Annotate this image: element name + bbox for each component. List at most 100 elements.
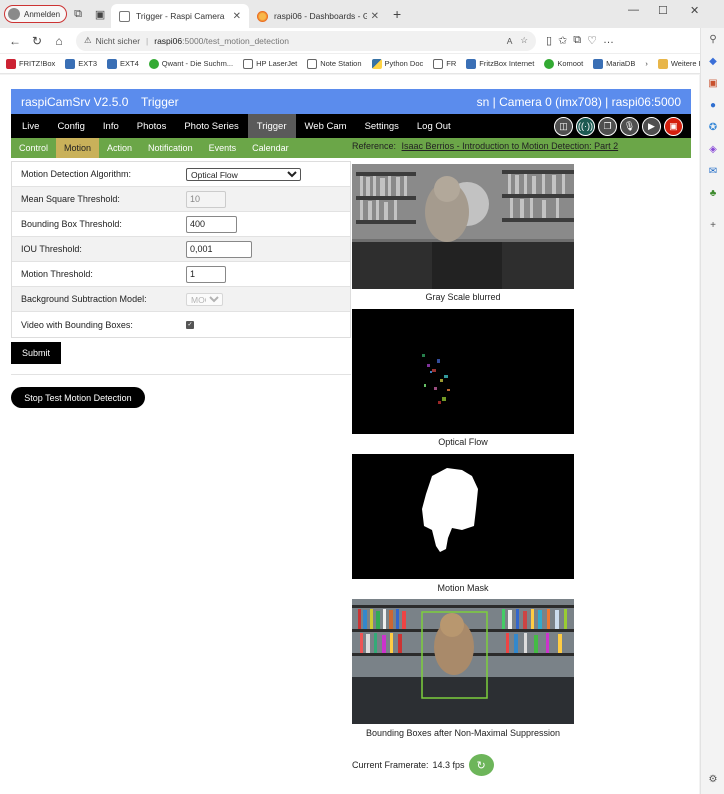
record-icon[interactable]: ▣ xyxy=(664,116,683,136)
algorithm-select[interactable]: Optical Flow xyxy=(186,167,301,181)
motion-settings-form: Motion Detection Algorithm: Optical Flow… xyxy=(11,161,351,338)
refresh-framerate-icon[interactable]: ↻ xyxy=(468,754,494,776)
nav-item-web-cam[interactable]: Web Cam xyxy=(296,114,356,138)
tab-label: raspi06 - Dashboards - Grafana xyxy=(274,11,367,21)
reference-link[interactable]: Isaac Berrios - Introduction to Motion D… xyxy=(402,141,619,151)
games-icon[interactable]: ✪ xyxy=(701,116,724,138)
subnav-item-notification[interactable]: Notification xyxy=(140,138,201,158)
search-icon[interactable]: ⚲ xyxy=(701,28,724,50)
nav-item-photo-series[interactable]: Photo Series xyxy=(175,114,247,138)
subnav-item-motion[interactable]: Motion xyxy=(56,138,100,158)
tree-icon[interactable]: ♣ xyxy=(701,182,724,204)
favorite-link[interactable]: MariaDB xyxy=(593,58,635,69)
optical-flow-image xyxy=(352,309,574,434)
settings-icon[interactable]: ⚙ xyxy=(701,768,724,790)
reload-icon[interactable]: ↻ xyxy=(26,34,48,48)
tab-grafana[interactable]: raspi06 - Dashboards - Grafana ✕ xyxy=(249,4,387,28)
favorite-link[interactable]: Note Station xyxy=(307,58,362,69)
favorite-link[interactable]: EXT4 xyxy=(107,58,139,69)
video-icon[interactable]: ▶ xyxy=(642,116,661,136)
subnav-item-calendar[interactable]: Calendar xyxy=(244,138,297,158)
bbox-threshold-input[interactable] xyxy=(186,215,237,233)
reference-label: Reference: xyxy=(352,141,397,151)
favorite-link[interactable]: Python Doc xyxy=(371,58,424,69)
stop-test-button[interactable]: Stop Test Motion Detection xyxy=(11,387,145,408)
collections-icon[interactable]: ⧉ xyxy=(573,34,581,47)
iou-row: IOU Threshold: xyxy=(12,237,350,262)
back-icon[interactable]: ← xyxy=(4,34,26,48)
favorite-icon xyxy=(544,58,555,69)
maximize-icon[interactable]: ☐ xyxy=(658,4,668,17)
shopping-icon[interactable]: ▣ xyxy=(701,72,724,94)
favorite-link[interactable]: Komoot xyxy=(544,58,584,69)
nav-item-trigger[interactable]: Trigger xyxy=(247,114,296,138)
camera-status: sn | Camera 0 (imx708) | raspi06:5000 xyxy=(476,94,681,109)
subnav-item-action[interactable]: Action xyxy=(99,138,140,158)
favorite-link[interactable]: Qwant - Die Suchm... xyxy=(148,58,233,69)
security-label: Nicht sicher xyxy=(95,35,141,46)
profile-button[interactable]: Anmelden xyxy=(4,5,68,23)
figure-caption: Optical Flow xyxy=(438,437,488,447)
favorite-label: FR xyxy=(446,59,457,68)
security-warning-icon[interactable]: ⚠ xyxy=(84,35,92,46)
iou-threshold-input[interactable] xyxy=(186,240,252,258)
nav-item-live[interactable]: Live xyxy=(13,114,48,138)
add-icon[interactable]: + xyxy=(701,214,724,236)
nav-item-photos[interactable]: Photos xyxy=(128,114,176,138)
nav-item-config[interactable]: Config xyxy=(48,114,93,138)
close-tab-icon[interactable]: ✕ xyxy=(371,11,379,22)
algorithm-label: Motion Detection Algorithm: xyxy=(21,169,132,179)
favorite-star-icon[interactable]: ☆ xyxy=(520,35,528,46)
bg-model-select[interactable]: MOG2 xyxy=(186,292,223,306)
favorite-link[interactable]: FR xyxy=(433,58,457,69)
nav-item-info[interactable]: Info xyxy=(94,114,128,138)
motion-row: Motion Threshold: xyxy=(12,262,350,287)
workspaces-icon[interactable]: ⧉ xyxy=(67,3,89,25)
home-icon[interactable]: ⌂ xyxy=(48,34,70,48)
mse-threshold-input[interactable] xyxy=(186,190,226,208)
submit-button[interactable]: Submit xyxy=(11,342,61,364)
tag-icon[interactable]: ◆ xyxy=(701,50,724,72)
motion-threshold-input[interactable] xyxy=(186,265,226,283)
tools-icon[interactable]: ● xyxy=(701,94,724,116)
more-favorites-chevron-icon[interactable]: › xyxy=(645,59,648,68)
tab-label: Trigger - Raspi Camera xyxy=(136,11,225,21)
minimize-icon[interactable]: — xyxy=(628,4,639,16)
favorite-label: Note Station xyxy=(320,59,362,68)
figure-caption: Bounding Boxes after Non-Maximal Suppres… xyxy=(365,728,561,738)
favorites-icon[interactable]: ✩ xyxy=(558,34,567,47)
live-stream-icon[interactable]: ((·)) xyxy=(576,116,595,136)
app-name: raspiCamSrv V2.5.0 xyxy=(21,94,129,109)
favorite-label: Python Doc xyxy=(384,59,424,68)
tab-actions-icon[interactable]: ▣ xyxy=(89,3,111,25)
motion-label: Motion Threshold: xyxy=(21,269,93,279)
split-screen-icon[interactable]: ▯ xyxy=(546,34,552,47)
url-field[interactable]: ⚠ Nicht sicher | raspi06 :5000/test_moti… xyxy=(76,30,536,51)
main-nav: Live Config Info Photos Photo Series Trigger W… xyxy=(11,114,691,138)
close-window-icon[interactable]: ✕ xyxy=(690,4,699,17)
nav-item-log-out[interactable]: Log Out xyxy=(408,114,460,138)
favorite-link[interactable]: FRITZ!Box xyxy=(6,58,55,69)
microphone-icon[interactable]: 🎙 xyxy=(620,116,639,136)
photo-series-icon[interactable]: ❐ xyxy=(598,116,617,136)
new-tab-icon[interactable]: + xyxy=(393,6,401,22)
favorite-link[interactable]: EXT3 xyxy=(65,58,97,69)
close-tab-icon[interactable]: ✕ xyxy=(233,11,241,22)
nav-item-settings[interactable]: Settings xyxy=(356,114,408,138)
video-bbox-checkbox[interactable]: ✓ xyxy=(186,320,194,329)
more-menu-icon[interactable]: … xyxy=(603,34,614,47)
web-page: raspiCamSrv V2.5.0 Trigger sn | Camera 0… xyxy=(0,75,699,794)
favorite-link[interactable]: HP LaserJet xyxy=(243,58,297,69)
photo-capture-icon[interactable]: ◫ xyxy=(554,116,573,136)
outlook-icon[interactable]: ✉ xyxy=(701,160,724,182)
read-aloud-icon[interactable]: A xyxy=(507,36,513,46)
folder-icon xyxy=(657,58,668,69)
favorite-link[interactable]: FritzBox Internet xyxy=(466,58,534,69)
subnav-item-events[interactable]: Events xyxy=(201,138,245,158)
favorite-label: Komoot xyxy=(557,59,584,68)
subnav-item-control[interactable]: Control xyxy=(11,138,56,158)
iou-label: IOU Threshold: xyxy=(21,244,82,254)
tab-trigger[interactable]: Trigger - Raspi Camera ✕ xyxy=(111,4,250,28)
extensions-icon[interactable]: ♡ xyxy=(587,34,597,47)
copilot-icon[interactable]: ◈ xyxy=(701,138,724,160)
